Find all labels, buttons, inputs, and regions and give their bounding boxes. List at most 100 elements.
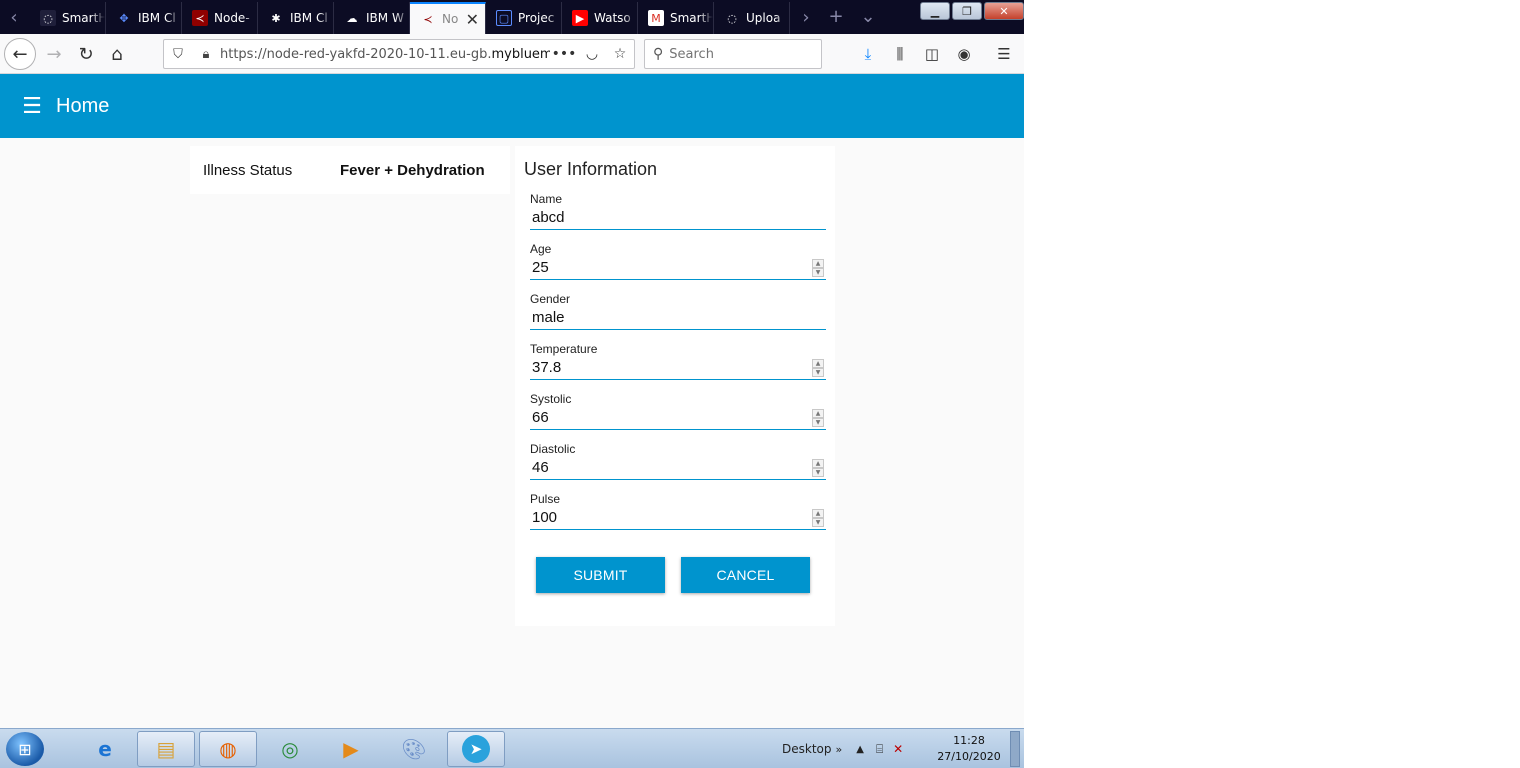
node-red-icon: ≺ (192, 10, 208, 26)
tab-smarth-1[interactable]: ◌ SmartH (30, 2, 106, 34)
spin-up-icon[interactable]: ▲ (812, 509, 824, 518)
lock-icon[interactable]: 🔒︎ (192, 47, 220, 62)
user-information-form: User Information Name Age ▲▼ Gender Temp… (515, 146, 835, 626)
gender-input[interactable] (530, 306, 826, 330)
spin-down-icon[interactable]: ▼ (812, 368, 824, 377)
media-player-icon[interactable]: ▶ (322, 731, 380, 767)
tab-scroll-left-icon[interactable]: ‹ (0, 0, 28, 34)
tab-node-red-1[interactable]: ≺ Node- (182, 2, 258, 34)
reload-icon[interactable]: ↻ (70, 38, 102, 70)
name-field: Name (530, 192, 826, 232)
temperature-stepper[interactable]: ▲ ▼ (812, 359, 824, 377)
spin-down-icon[interactable]: ▼ (812, 518, 824, 527)
window-close-icon[interactable]: ✕ (984, 2, 1024, 20)
tab-ibm-cloud-2[interactable]: ✱ IBM Cl (258, 2, 334, 34)
chevron-expand-icon[interactable]: » (836, 743, 843, 756)
tab-node-red-active[interactable]: ≺ No ✕ (410, 2, 486, 34)
system-clock[interactable]: 11:28 27/10/2020 (934, 733, 1004, 765)
tab-project[interactable]: ▢ Projec (486, 2, 562, 34)
systolic-stepper[interactable]: ▲ ▼ (812, 409, 824, 427)
tab-smarth-gmail[interactable]: M SmartH (638, 2, 714, 34)
temperature-input[interactable] (530, 356, 826, 380)
chrome-icon[interactable]: ◎ (261, 731, 319, 767)
field-label: Temperature (530, 342, 598, 356)
telegram-icon[interactable]: ➤ (447, 731, 505, 767)
tab-ibm-cloud-1[interactable]: ✥ IBM Cl (106, 2, 182, 34)
hamburger-menu-icon[interactable]: ☰ (988, 38, 1020, 70)
tab-watson-youtube[interactable]: ▶ Watso (562, 2, 638, 34)
screen: ‹ ◌ SmartH ✥ IBM Cl ≺ Node- ✱ IBM Cl ☁ IBM W … (0, 0, 1024, 768)
project-icon: ▢ (496, 10, 512, 26)
search-icon: ⚲ (653, 46, 664, 62)
spin-up-icon[interactable]: ▲ (812, 459, 824, 468)
submit-button[interactable]: SUBMIT (536, 557, 665, 593)
field-label: Systolic (530, 392, 572, 406)
show-hidden-icons[interactable]: ▲ (856, 744, 864, 755)
ibm-cloud-icon: ◌ (40, 10, 56, 26)
paint-icon[interactable]: 🎨︎ (385, 731, 443, 767)
search-input[interactable]: ⚲ Search (644, 39, 822, 69)
spin-up-icon[interactable]: ▲ (812, 259, 824, 268)
ibm-cloud-icon: ✥ (119, 11, 129, 25)
network-icon[interactable]: ⌸ (876, 742, 883, 757)
spin-down-icon[interactable]: ▼ (812, 268, 824, 277)
firefox-icon[interactable]: ◍ (199, 731, 257, 767)
temperature-field: Temperature ▲▼ (530, 342, 826, 382)
pocket-icon[interactable]: ◡ (578, 46, 606, 62)
pulse-input[interactable] (530, 506, 826, 530)
window-controls: ▁ ❐ ✕ (918, 2, 1024, 20)
close-tab-icon[interactable]: ✕ (466, 10, 479, 29)
volume-muted-icon[interactable]: ✕ (893, 742, 903, 756)
pulse-stepper[interactable]: ▲ ▼ (812, 509, 824, 527)
name-input[interactable] (530, 206, 826, 230)
url-text[interactable]: https://node-red-yakfd-2020-10-11.eu-gb.… (220, 47, 550, 62)
cancel-button[interactable]: CANCEL (681, 557, 810, 593)
library-icon[interactable]: ⫼ (884, 38, 916, 70)
tab-scroll-right-icon[interactable]: › (792, 0, 820, 34)
url-bar[interactable]: ⛉ 🔒︎ https://node-red-yakfd-2020-10-11.e… (163, 39, 635, 69)
age-input[interactable] (530, 256, 826, 280)
restore-icon[interactable]: ❐ (952, 2, 982, 20)
spin-up-icon[interactable]: ▲ (812, 409, 824, 418)
field-label: Gender (530, 292, 571, 306)
desktop-toolbar-label[interactable]: Desktop (782, 742, 832, 756)
page-actions-icon[interactable]: ••• (550, 46, 578, 62)
spin-down-icon[interactable]: ▼ (812, 418, 824, 427)
download-icon[interactable]: ⤓ (852, 38, 884, 70)
internet-explorer-icon[interactable]: e (76, 731, 134, 767)
home-icon[interactable]: ⌂ (101, 38, 133, 70)
diastolic-field: Diastolic ▲▼ (530, 442, 826, 482)
bookmark-star-icon[interactable]: ☆ (606, 46, 634, 62)
menu-icon[interactable]: ☰ (8, 82, 56, 130)
account-icon[interactable]: ◉ (948, 38, 980, 70)
shield-icon[interactable]: ⛉ (164, 47, 192, 62)
field-label: Age (530, 242, 552, 256)
tab-ibm-watson[interactable]: ☁ IBM W (334, 2, 410, 34)
spin-up-icon[interactable]: ▲ (812, 359, 824, 368)
systolic-input[interactable] (530, 406, 826, 430)
page-title: Home (56, 94, 110, 117)
age-field: Age ▲▼ (530, 242, 826, 282)
windows-start-icon[interactable]: ⊞ (6, 732, 44, 766)
field-label: Name (530, 192, 563, 206)
minimize-icon[interactable]: ▁ (920, 2, 950, 20)
gmail-icon: M (648, 10, 664, 26)
age-stepper[interactable]: ▲ ▼ (812, 259, 824, 277)
ibm-watson-icon: ✱ (271, 11, 281, 25)
back-icon[interactable]: ← (4, 38, 36, 70)
field-label: Pulse (530, 492, 561, 506)
upload-icon: ◌ (727, 11, 737, 25)
forward-icon[interactable]: → (38, 38, 70, 70)
system-tray: Desktop » ▲ ⌸ ✕ (770, 729, 903, 768)
list-tabs-icon[interactable]: ⌄ (854, 4, 882, 28)
tab-upload[interactable]: ◌ Uploa (714, 2, 790, 34)
browser-tab-bar: ‹ ◌ SmartH ✥ IBM Cl ≺ Node- ✱ IBM Cl ☁ IBM W … (0, 0, 1024, 34)
file-explorer-icon[interactable]: ▤ (137, 731, 195, 767)
diastolic-stepper[interactable]: ▲ ▼ (812, 459, 824, 477)
diastolic-input[interactable] (530, 456, 826, 480)
show-desktop-button[interactable] (1010, 731, 1020, 767)
spin-down-icon[interactable]: ▼ (812, 468, 824, 477)
new-tab-icon[interactable]: + (822, 4, 850, 28)
sidebar-icon[interactable]: ◫ (916, 38, 948, 70)
illness-status-value: Fever + Dehydration (340, 161, 485, 179)
